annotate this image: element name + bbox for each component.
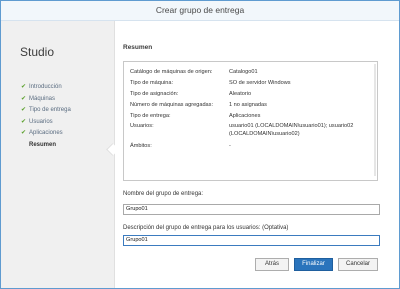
check-icon: ✔ [21,118,27,125]
cancel-button[interactable]: Cancelar [338,258,378,271]
summary-value: 1 no asignadas [229,102,267,108]
step-label: Tipo de entrega [29,107,71,114]
step-label: Resumen [29,141,57,148]
summary-value: SO de servidor Windows [229,80,291,86]
summary-label: Tipo de entrega: [130,113,171,119]
summary-value: - [229,143,231,149]
step-usuarios[interactable]: ✔ Usuarios [21,117,71,129]
finish-button[interactable]: Finalizar [294,258,333,271]
group-description-label: Descripción del grupo de entrega para lo… [123,225,289,231]
step-label: Introducción [29,84,62,90]
summary-label: Tipo de máquina: [130,80,174,86]
summary-value: Aleatorio [229,91,252,97]
group-name-label: Nombre del grupo de entrega: [123,191,204,197]
summary-value: Aplicaciones [229,113,261,119]
summary-value: Catalogo01 [229,69,258,75]
back-button[interactable]: Atrás [255,258,289,271]
step-label: Aplicaciones [29,130,63,137]
summary-label: Usuarios: [130,123,154,129]
step-introduccion[interactable]: ✔ Introducción [21,82,71,94]
step-label: Máquinas [29,95,56,102]
check-icon: ✔ [21,95,27,102]
wizard-steps: ✔ Introducción ✔ Máquinas ✔ Tipo de entrega… [21,82,71,152]
check-icon: ✔ [21,107,27,114]
summary-label: Ámbitos: [130,143,152,149]
group-description-input[interactable] [123,235,380,246]
group-name-input[interactable] [123,204,380,215]
summary-scrollbar[interactable] [374,64,376,176]
section-title: Resumen [123,44,153,51]
wizard-window: Crear grupo de entrega Studio ✔ Introducc… [0,0,400,289]
check-icon: ✔ [21,130,27,137]
step-tipo-de-entrega[interactable]: ✔ Tipo de entrega [21,105,71,117]
sidebar-brand: Studio [20,45,55,59]
step-maquinas[interactable]: ✔ Máquinas [21,94,71,106]
summary-label: Catálogo de máquinas de origen: [130,69,213,75]
check-icon: ✔ [21,84,27,90]
step-label: Usuarios [29,118,53,125]
summary-value: (LOCALDOMAIN\usuario02) [229,131,300,137]
summary-label: Tipo de asignación: [130,91,179,97]
step-aplicaciones[interactable]: ✔ Aplicaciones [21,128,71,140]
window-title: Crear grupo de entrega [1,1,399,21]
step-resumen: Resumen [21,140,71,152]
summary-value: usuario01 (LOCALDOMAIN\usuario01); usuar… [229,123,354,129]
summary-panel: Catálogo de máquinas de origen: Catalogo… [123,61,378,181]
summary-label: Número de máquinas agregadas: [130,102,214,108]
wizard-sidebar: Studio ✔ Introducción ✔ Máquinas ✔ Tipo de … [1,21,115,288]
